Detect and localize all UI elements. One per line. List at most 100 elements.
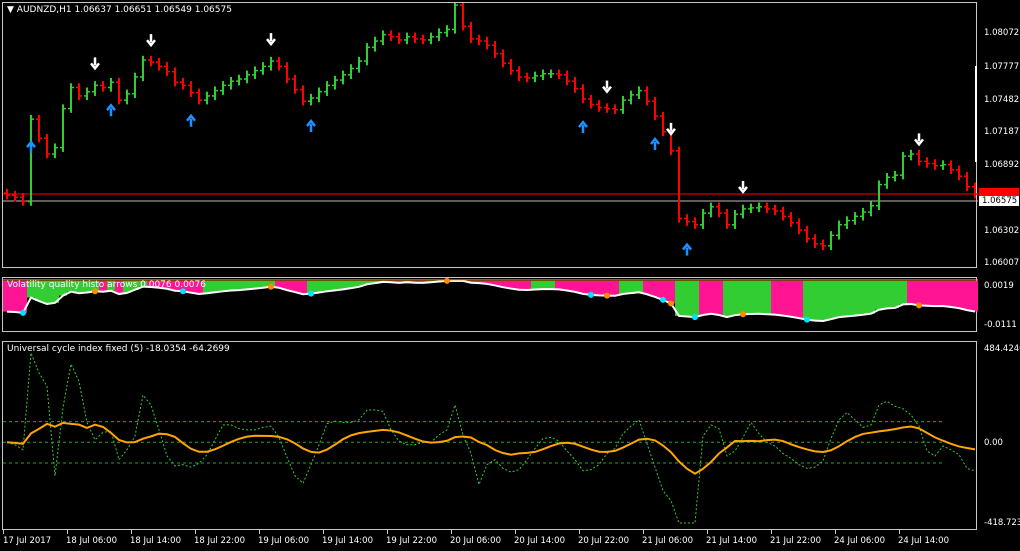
ohlc-bar [164, 62, 170, 76]
time-label: 19 Jul 14:00 [322, 536, 373, 546]
ohlc-bar [92, 81, 98, 96]
ohlc-bar [580, 84, 586, 104]
ohlc-bar [116, 77, 122, 105]
volatility-histo-bar [643, 280, 651, 295]
time-label: 18 Jul 06:00 [66, 536, 117, 546]
volatility-histo-bar [947, 280, 955, 307]
volatility-histo-bar [939, 280, 947, 306]
volatility-histo-bar [523, 280, 531, 290]
price-label: 1.08072 [984, 28, 1020, 38]
volatility-histo-bar [323, 280, 331, 292]
ohlc-bar [316, 87, 322, 103]
ohlc-bar [828, 231, 834, 251]
volatility-histo-bar [619, 280, 627, 295]
time-label: 19 Jul 22:00 [386, 536, 437, 546]
symbol-menu-icon[interactable]: ▼ [7, 5, 14, 15]
ohlc-bar [868, 201, 874, 217]
volatility-histo-bar [739, 280, 747, 315]
volatility-histo-bar [571, 280, 579, 292]
price-label: 1.07482 [984, 95, 1020, 105]
price-chart-pane[interactable]: ▼ AUDNZD,H1 1.06637 1.06651 1.06549 1.06… [2, 2, 978, 269]
ohlc-bar [452, 3, 458, 34]
ohlc-bar [772, 204, 778, 216]
ohlc-bar [20, 193, 26, 206]
volatility-signal-dot [604, 292, 610, 299]
volatility-histo-bar [963, 280, 971, 311]
ohlc-bar [228, 76, 234, 90]
sell-arrow-icon [90, 57, 100, 71]
time-tick [67, 530, 68, 534]
ohlc-bar [636, 86, 642, 100]
volatility-histo-bar [811, 280, 819, 321]
volatility-histo-bar [755, 280, 763, 314]
volatility-histo-bar [299, 280, 307, 295]
ohlc-bar [548, 69, 554, 78]
cycle-index-pane[interactable]: Universal cycle index fixed (5) -18.0354… [2, 341, 977, 530]
volatility-indicator-pane[interactable]: Volatility quality histo arrows 0.0076 0… [2, 277, 978, 332]
ohlc-bar [396, 32, 402, 45]
ohlc-bar [444, 25, 450, 37]
buy-arrow-icon [106, 103, 116, 117]
ohlc-bar [428, 32, 434, 45]
ohlc-bar [764, 202, 770, 214]
sell-arrow-icon [602, 80, 612, 94]
price-label: 1.06892 [984, 160, 1020, 170]
ohlc-bar [76, 83, 82, 101]
ohlc-bar [540, 69, 546, 81]
ohlc-bar [796, 218, 802, 235]
buy-arrow-icon [186, 113, 196, 127]
price-chart-canvas[interactable] [3, 3, 978, 269]
volatility-histo-bar [547, 280, 555, 290]
time-tick [387, 530, 388, 534]
ohlc-bar [684, 214, 690, 226]
volatility-histo-bar [611, 280, 619, 296]
ohlc-bar [52, 143, 58, 159]
ohlc-bar [740, 204, 746, 219]
volatility-histo-bar [779, 280, 787, 316]
scale-scroll-handle[interactable] [975, 66, 977, 162]
volatility-histo-bar [843, 280, 851, 317]
ohlc-bar [172, 67, 178, 87]
ohlc-bar [932, 159, 938, 170]
ohlc-bar [836, 220, 842, 240]
sell-arrow-icon [666, 122, 676, 136]
volatility-histo-bar [555, 280, 563, 290]
volatility-histo-bar [227, 280, 235, 291]
volatility-histo-bar [891, 280, 899, 308]
ohlc-bar [348, 64, 354, 80]
ohlc-bar [956, 165, 962, 181]
cycle-index-canvas[interactable] [3, 342, 978, 531]
volatility-histo-bar [875, 280, 883, 310]
uci-signal-line [6, 352, 976, 524]
ohlc-bar [628, 90, 634, 105]
time-tick [3, 530, 4, 534]
ohlc-bar [220, 81, 226, 95]
volatility-histo-bar [651, 280, 659, 297]
ohlc-bar [524, 72, 530, 83]
volatility-signal-dot [588, 291, 594, 298]
volatility-histo-bar [707, 280, 715, 314]
ohlc-bar [644, 86, 650, 106]
ohlc-bar [28, 114, 34, 206]
ohlc-bar [356, 56, 362, 73]
volatility-histo-bar [539, 280, 547, 290]
volatility-histo-bar [579, 280, 587, 294]
volatility-histo-bar [723, 280, 731, 318]
ohlc-bar [236, 74, 242, 86]
time-tick [131, 530, 132, 534]
ohlc-bar [780, 206, 786, 221]
ohlc-bar [484, 36, 490, 50]
time-tick [771, 530, 772, 534]
volatility-histo-bar [763, 280, 771, 315]
uci-scale-mid: 0.00 [984, 438, 1003, 448]
sell-arrow-icon [266, 33, 276, 47]
time-tick [323, 530, 324, 534]
ohlc-bar [292, 74, 298, 94]
ohlc-bar [516, 66, 522, 82]
volatility-histo-bar [715, 280, 723, 315]
volatility-histo-bar [851, 280, 859, 316]
ohlc-bar [604, 103, 610, 113]
volatility-histo-bar [691, 280, 699, 318]
ohlc-bar [180, 77, 186, 90]
chart-title: ▼ AUDNZD,H1 1.06637 1.06651 1.06549 1.06… [7, 5, 232, 15]
